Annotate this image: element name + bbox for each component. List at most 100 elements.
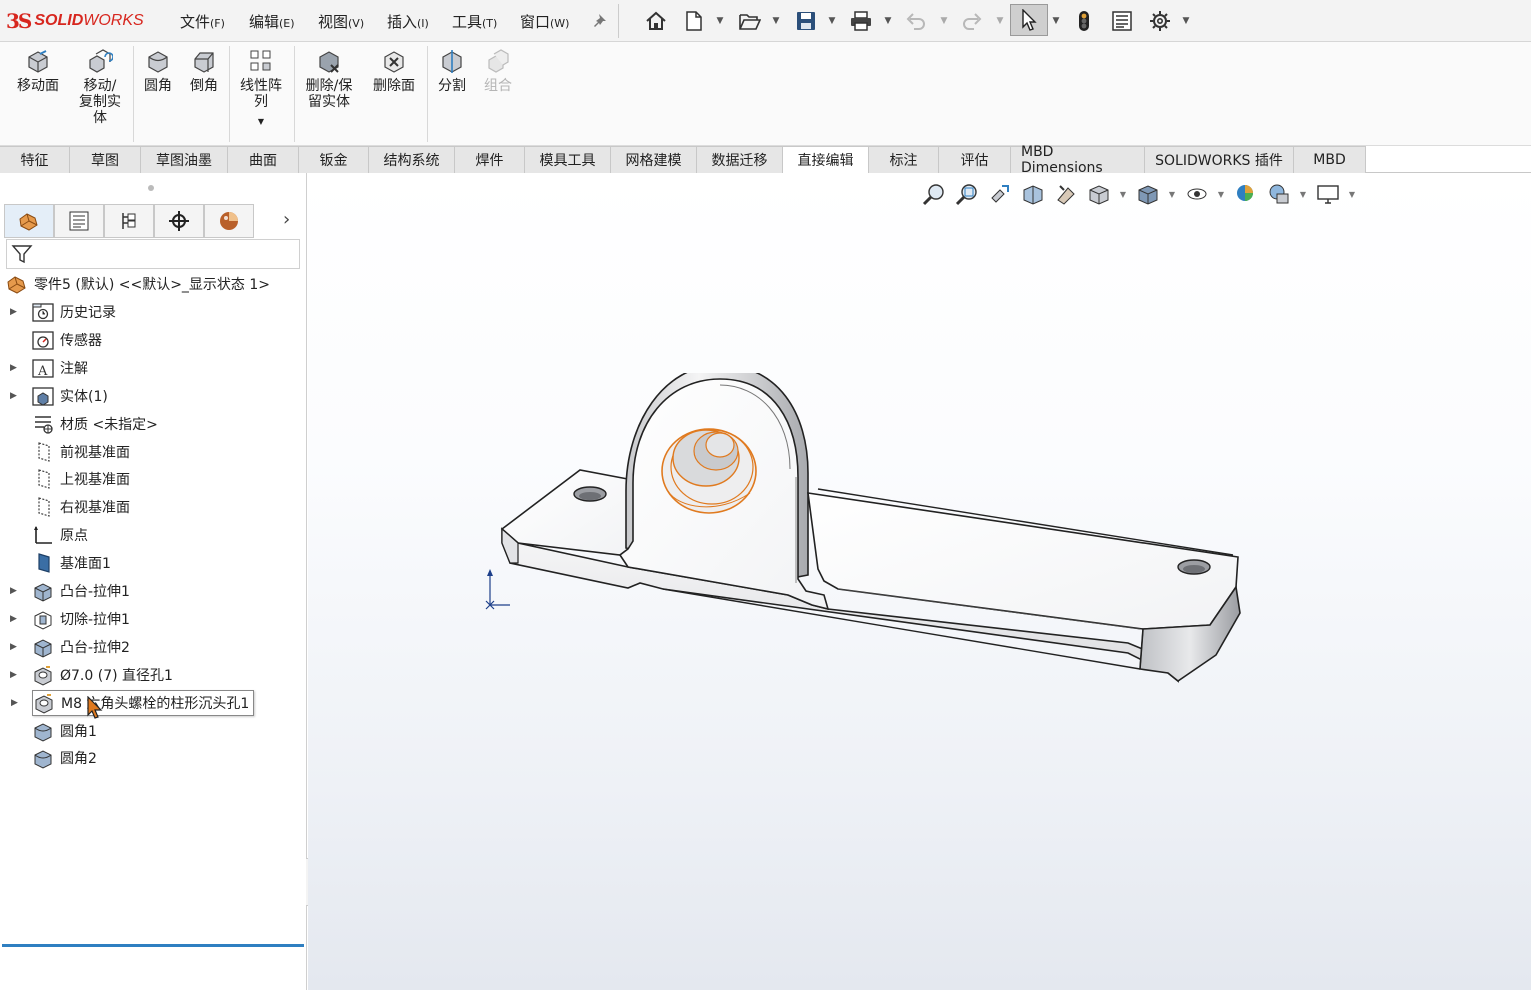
dimxpert-manager-tab[interactable]: [154, 204, 204, 238]
section-view-icon[interactable]: [1019, 180, 1046, 208]
tree-item[interactable]: ▶ 凸台-拉伸2: [10, 634, 130, 660]
configuration-manager-tab[interactable]: [104, 204, 154, 238]
options-dropdown-icon[interactable]: ▼: [1180, 8, 1192, 34]
tree-item[interactable]: 传感器: [32, 327, 102, 353]
part-model-3d[interactable]: [488, 373, 1248, 723]
linear-pattern-dropdown-icon[interactable]: ▼: [258, 114, 264, 130]
open-folder-icon[interactable]: [736, 8, 764, 34]
hide-show-dropdown-icon[interactable]: ▼: [1216, 190, 1226, 199]
menu-file[interactable]: 文件(F): [180, 11, 225, 32]
save-icon[interactable]: [792, 8, 820, 34]
tab-mesh-modeling[interactable]: 网格建模: [611, 146, 697, 173]
split-button[interactable]: 分割: [432, 48, 472, 94]
redo-dropdown-icon[interactable]: ▼: [994, 8, 1006, 34]
expand-arrow-icon[interactable]: ▶: [10, 614, 17, 624]
tree-item[interactable]: ▶ A 注解: [10, 355, 88, 381]
tree-item[interactable]: 上视基准面: [32, 466, 130, 492]
tab-solidworks-addins[interactable]: SOLIDWORKS 插件: [1145, 146, 1294, 173]
menu-window[interactable]: 窗口(W): [520, 11, 569, 32]
rebuild-traffic-light-icon[interactable]: [1070, 8, 1098, 34]
tree-item[interactable]: 基准面1: [32, 550, 111, 576]
graphics-area[interactable]: ▼ ▼ ▼ ▼ ▼: [308, 173, 1531, 990]
tab-features[interactable]: 特征: [0, 146, 70, 173]
undo-icon[interactable]: [902, 8, 930, 34]
edit-appearance-icon[interactable]: [1232, 180, 1259, 208]
chamfer-button[interactable]: 倒角: [184, 48, 224, 94]
open-dropdown-icon[interactable]: ▼: [770, 8, 782, 34]
tab-mold-tools[interactable]: 模具工具: [525, 146, 611, 173]
pin-menu-icon[interactable]: [590, 8, 612, 34]
tab-evaluate[interactable]: 评估: [939, 146, 1011, 173]
display-style-icon[interactable]: [1134, 180, 1161, 208]
tab-structure-system[interactable]: 结构系统: [369, 146, 455, 173]
expand-arrow-icon[interactable]: ▶: [10, 307, 17, 317]
view-settings-dropdown-icon[interactable]: ▼: [1347, 190, 1357, 199]
apply-scene-icon[interactable]: [1265, 180, 1292, 208]
panel-splitter-grip[interactable]: [148, 185, 154, 191]
tree-item[interactable]: 材质 <未指定>: [32, 411, 158, 437]
file-properties-icon[interactable]: [1108, 8, 1136, 34]
tree-item[interactable]: 前视基准面: [32, 439, 130, 465]
tab-surfaces[interactable]: 曲面: [228, 146, 299, 173]
view-orientation-dropdown-icon[interactable]: ▼: [1118, 190, 1128, 199]
tree-item[interactable]: 右视基准面: [32, 494, 130, 520]
expand-arrow-icon[interactable]: ▶: [10, 586, 17, 596]
panel-tabs-more-icon[interactable]: ›: [283, 209, 290, 230]
select-dropdown-icon[interactable]: ▼: [1050, 8, 1062, 34]
previous-view-icon[interactable]: [986, 180, 1013, 208]
delete-keep-body-button[interactable]: 删除/保 留实体: [300, 48, 358, 110]
tab-sheet-metal[interactable]: 钣金: [299, 146, 369, 173]
tree-item[interactable]: ▶ 凸台-拉伸1: [10, 578, 130, 604]
tree-item[interactable]: ▶ 实体(1): [10, 383, 108, 409]
tab-markup[interactable]: 标注: [869, 146, 939, 173]
new-dropdown-icon[interactable]: ▼: [714, 8, 726, 34]
expand-arrow-icon[interactable]: ▶: [10, 391, 17, 401]
tree-item[interactable]: ▶ M8 六角头螺栓的柱形沉头孔1: [11, 689, 255, 716]
tab-direct-editing[interactable]: 直接编辑: [783, 146, 869, 173]
dynamic-annotation-view-icon[interactable]: [1052, 180, 1079, 208]
menu-insert[interactable]: 插入(I): [387, 11, 429, 32]
tab-mbd-dimensions[interactable]: MBD Dimensions: [1011, 144, 1145, 176]
expand-arrow-icon[interactable]: ▶: [10, 363, 17, 373]
tree-filter-field[interactable]: [6, 239, 300, 269]
fillet-button[interactable]: 圆角: [138, 48, 178, 94]
display-manager-tab[interactable]: [204, 204, 254, 238]
home-icon[interactable]: [642, 8, 670, 34]
tree-item[interactable]: 原点: [32, 522, 88, 548]
tab-sketch-ink[interactable]: 草图油墨: [141, 146, 228, 173]
tree-item[interactable]: ▶ 历史记录: [10, 299, 116, 325]
hide-show-items-icon[interactable]: [1183, 180, 1210, 208]
menu-view[interactable]: 视图(V): [318, 11, 364, 32]
solidworks-logo[interactable]: 3S SOLID WORKS: [6, 8, 144, 34]
tab-mbd[interactable]: MBD: [1294, 146, 1366, 173]
tree-item[interactable]: 圆角2: [32, 745, 97, 771]
menu-edit[interactable]: 编辑(E): [249, 11, 295, 32]
select-pointer-icon[interactable]: [1010, 4, 1048, 36]
tab-data-migration[interactable]: 数据迁移: [697, 146, 783, 173]
combine-button[interactable]: 组合: [478, 48, 518, 94]
property-manager-tab[interactable]: [54, 204, 104, 238]
display-style-dropdown-icon[interactable]: ▼: [1167, 190, 1177, 199]
linear-pattern-button[interactable]: 线性阵 列 ▼: [233, 48, 289, 130]
zoom-to-area-icon[interactable]: [953, 180, 980, 208]
delete-face-button[interactable]: 删除面: [366, 48, 422, 94]
view-settings-monitor-icon[interactable]: [1314, 180, 1341, 208]
apply-scene-dropdown-icon[interactable]: ▼: [1298, 190, 1308, 199]
tab-sketch[interactable]: 草图: [70, 146, 141, 173]
move-face-button[interactable]: 移动面: [12, 48, 64, 94]
redo-icon[interactable]: [958, 8, 986, 34]
view-orientation-icon[interactable]: [1085, 180, 1112, 208]
menu-tools[interactable]: 工具(T): [452, 11, 497, 32]
print-icon[interactable]: [847, 8, 875, 34]
expand-arrow-icon[interactable]: ▶: [10, 670, 17, 680]
tree-root-part[interactable]: 零件5 (默认) <<默认>_显示状态 1>: [6, 271, 270, 297]
expand-arrow-icon[interactable]: ▶: [11, 698, 18, 708]
options-gear-icon[interactable]: [1146, 8, 1174, 34]
move-copy-body-button[interactable]: 移动/ 复制实 体: [74, 48, 126, 126]
tree-item[interactable]: ▶ 切除-拉伸1: [10, 606, 130, 632]
print-dropdown-icon[interactable]: ▼: [882, 8, 894, 34]
feature-manager-tab[interactable]: [4, 204, 54, 238]
tab-weldments[interactable]: 焊件: [455, 146, 525, 173]
tree-item[interactable]: ▶ Ø7.0 (7) 直径孔1: [10, 662, 173, 688]
new-document-icon[interactable]: [682, 8, 706, 34]
